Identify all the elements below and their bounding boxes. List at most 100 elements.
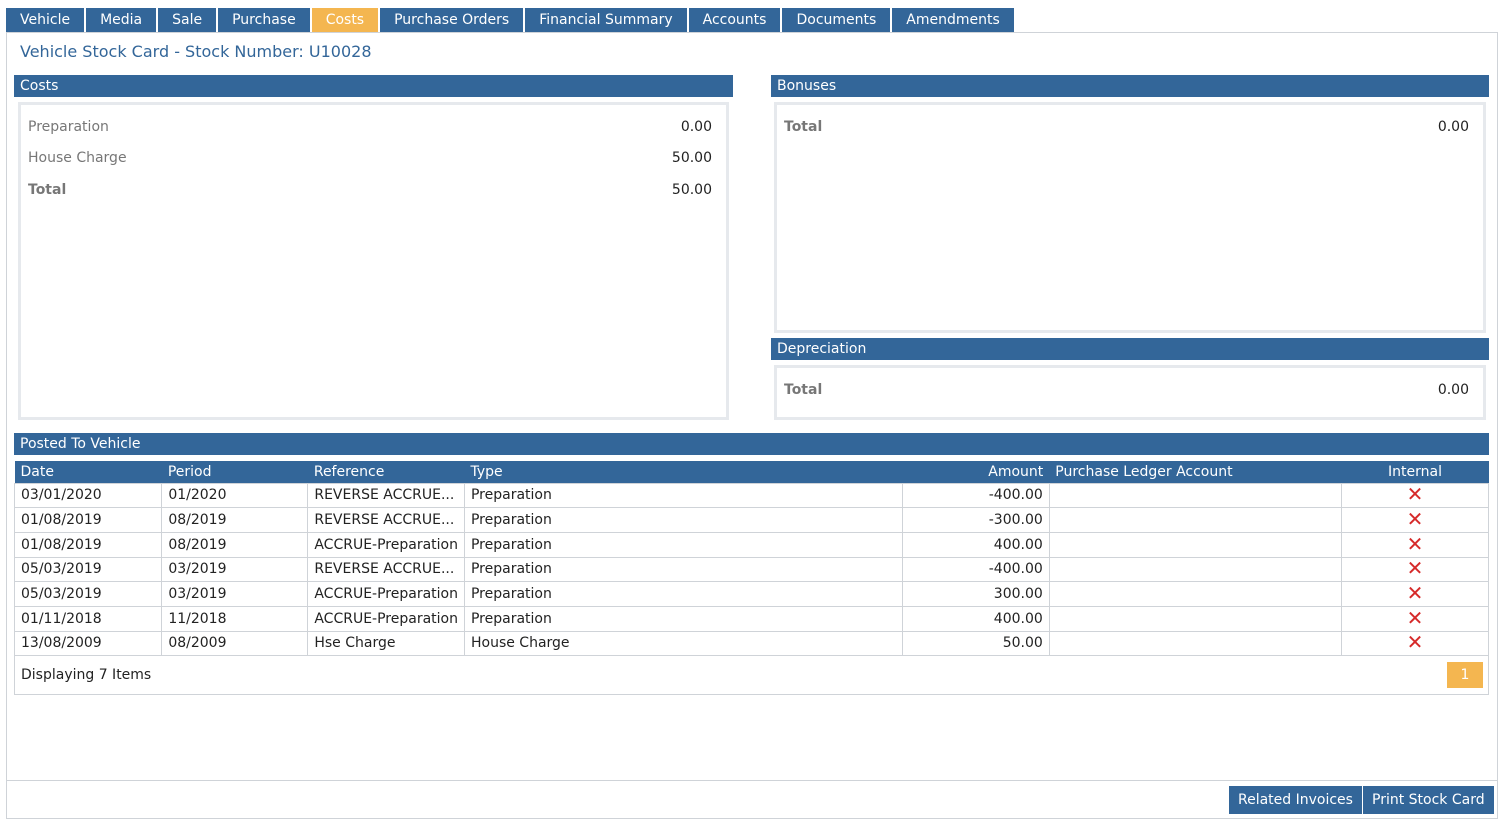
table-row[interactable]: 01/11/2018 11/2018 ACCRUE-Preparation Prepa… <box>13 605 1489 632</box>
cell-purchase-ledger-account <box>1048 581 1343 607</box>
table-row[interactable]: 05/03/2019 03/2019 REVERSE ACCRUE... Prepar… <box>13 556 1489 583</box>
tab-vehicle[interactable]: Vehicle <box>6 8 85 33</box>
cost-value: 50.00 <box>671 150 712 166</box>
costs-panel: Preparation 0.00 House Charge 50.00 Tota… <box>18 102 729 420</box>
cell-amount: 400.00 <box>901 531 1050 558</box>
cell-reference: ACCRUE-Preparation <box>307 581 465 607</box>
column-header-date[interactable]: Date <box>14 461 162 483</box>
cell-type: Preparation <box>463 507 903 533</box>
cell-date: 03/01/2020 <box>13 482 163 509</box>
display-count: Displaying 7 Items <box>21 667 152 683</box>
cell-type: Preparation <box>463 556 903 583</box>
related-invoices-button[interactable]: Related Invoices <box>1229 786 1362 814</box>
cell-reference: REVERSE ACCRUE... <box>307 507 465 533</box>
close-icon[interactable]: ✕ <box>1407 533 1424 555</box>
tab-sale[interactable]: Sale <box>158 8 217 33</box>
cell-date: 13/08/2009 <box>13 630 163 657</box>
close-icon[interactable]: ✕ <box>1407 583 1424 605</box>
column-header-amount[interactable]: Amount <box>902 461 1050 483</box>
bonuses-total-row: Total 0.00 <box>777 119 1483 139</box>
pager-page-1[interactable]: 1 <box>1447 662 1483 688</box>
cell-purchase-ledger-account <box>1048 630 1343 657</box>
cell-reference: Hse Charge <box>307 630 465 657</box>
cell-period: 08/2019 <box>161 507 309 533</box>
cell-amount: 400.00 <box>901 605 1050 632</box>
bonuses-total-label: Total <box>784 119 823 135</box>
tab-amendments[interactable]: Amendments <box>892 8 1014 33</box>
column-header-type[interactable]: Type <box>464 461 903 483</box>
bonuses-total-value: 0.00 <box>1437 119 1469 135</box>
cell-type: Preparation <box>463 581 903 607</box>
tab-media[interactable]: Media <box>86 8 157 33</box>
depreciation-total-value: 0.00 <box>1437 382 1469 398</box>
cell-reference: ACCRUE-Preparation <box>307 531 465 558</box>
table-row[interactable]: 01/08/2019 08/2019 REVERSE ACCRUE... Prepar… <box>13 507 1489 533</box>
cell-date: 01/08/2019 <box>13 531 163 558</box>
cell-amount: 50.00 <box>901 630 1050 657</box>
cell-period: 01/2020 <box>161 482 309 509</box>
tab-costs[interactable]: Costs <box>311 8 379 33</box>
close-icon[interactable]: ✕ <box>1407 509 1424 531</box>
cell-period: 03/2019 <box>161 581 309 607</box>
tab-financial-summary[interactable]: Financial Summary <box>525 8 687 33</box>
column-header-purchase-ledger-account[interactable]: Purchase Ledger Account <box>1049 461 1342 483</box>
cost-value: 0.00 <box>680 119 712 135</box>
cell-purchase-ledger-account <box>1048 507 1343 533</box>
cell-reference: REVERSE ACCRUE... <box>307 482 465 509</box>
depreciation-total-label: Total <box>784 382 823 398</box>
divider <box>6 780 1498 781</box>
tab-purchase[interactable]: Purchase <box>218 8 310 33</box>
cell-internal: ✕ <box>1341 581 1489 607</box>
cell-reference: ACCRUE-Preparation <box>307 605 465 632</box>
cell-type: Preparation <box>463 531 903 558</box>
cell-date: 05/03/2019 <box>13 581 163 607</box>
close-icon[interactable]: ✕ <box>1407 558 1424 580</box>
tab-accounts[interactable]: Accounts <box>688 8 781 33</box>
cost-label: House Charge <box>28 150 127 166</box>
posted-panel-header: Posted To Vehicle <box>14 433 1489 455</box>
table-footer: Displaying 7 Items 1 <box>14 656 1489 695</box>
cell-internal: ✕ <box>1341 531 1489 558</box>
posted-table: Date Period Reference Type Amount Purcha… <box>13 461 1489 657</box>
cell-period: 08/2009 <box>161 630 309 657</box>
close-icon[interactable]: ✕ <box>1407 484 1424 506</box>
column-header-internal[interactable]: Internal <box>1341 461 1489 483</box>
cost-row-preparation: Preparation 0.00 <box>21 119 726 139</box>
cell-amount: 300.00 <box>901 581 1050 607</box>
table-row[interactable]: 05/03/2019 03/2019 ACCRUE-Preparation Prepa… <box>13 581 1489 607</box>
cell-date: 01/11/2018 <box>13 605 163 632</box>
table-row[interactable]: 01/08/2019 08/2019 ACCRUE-Preparation Prepa… <box>13 531 1489 558</box>
cost-total-label: Total <box>28 182 67 198</box>
cost-label: Preparation <box>28 119 109 135</box>
close-icon[interactable]: ✕ <box>1407 632 1424 654</box>
table-row[interactable]: 03/01/2020 01/2020 REVERSE ACCRUE... Prepar… <box>13 482 1489 509</box>
cell-period: 03/2019 <box>161 556 309 583</box>
cost-row-total: Total 50.00 <box>21 182 726 202</box>
cell-date: 01/08/2019 <box>13 507 163 533</box>
cell-purchase-ledger-account <box>1048 605 1343 632</box>
cell-internal: ✕ <box>1341 507 1489 533</box>
page-title: Vehicle Stock Card - Stock Number: U1002… <box>20 42 372 61</box>
print-stock-card-button[interactable]: Print Stock Card <box>1363 786 1494 814</box>
cell-date: 05/03/2019 <box>13 556 163 583</box>
cell-period: 08/2019 <box>161 531 309 558</box>
cell-internal: ✕ <box>1341 556 1489 583</box>
column-header-period[interactable]: Period <box>161 461 308 483</box>
cell-type: House Charge <box>463 630 903 657</box>
tab-bar: Vehicle Media Sale Purchase Costs Purcha… <box>6 8 1016 33</box>
tab-purchase-orders[interactable]: Purchase Orders <box>380 8 524 33</box>
cell-internal: ✕ <box>1341 482 1489 509</box>
cell-reference: REVERSE ACCRUE... <box>307 556 465 583</box>
table-row[interactable]: 13/08/2009 08/2009 Hse Charge House Charge 5… <box>13 630 1489 657</box>
costs-panel-header: Costs <box>14 75 733 97</box>
depreciation-total-row: Total 0.00 <box>777 382 1483 402</box>
column-header-reference[interactable]: Reference <box>307 461 465 483</box>
tab-documents[interactable]: Documents <box>782 8 891 33</box>
close-icon[interactable]: ✕ <box>1407 607 1424 629</box>
bonuses-panel: Total 0.00 <box>774 102 1486 333</box>
cell-type: Preparation <box>463 482 903 509</box>
cell-purchase-ledger-account <box>1048 531 1343 558</box>
cell-amount: -300.00 <box>901 507 1050 533</box>
cell-internal: ✕ <box>1341 605 1489 632</box>
cost-row-house-charge: House Charge 50.00 <box>21 150 726 170</box>
